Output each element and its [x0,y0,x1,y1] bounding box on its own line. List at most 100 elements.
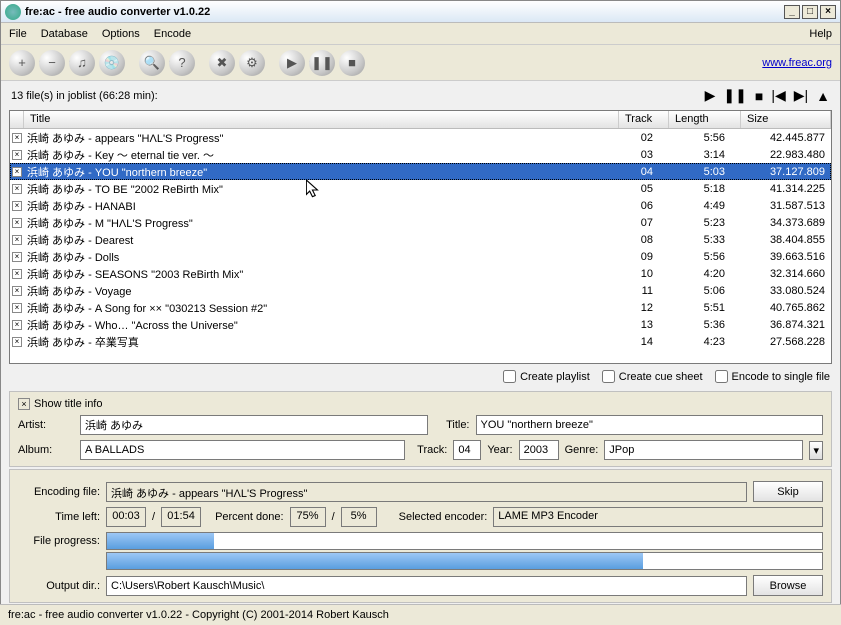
transport-play-icon[interactable]: ▶ [705,87,716,104]
row-checkbox[interactable]: × [12,133,22,143]
maximize-button[interactable]: □ [802,5,818,19]
transport-eject-icon[interactable]: ▲ [816,88,830,104]
track-list[interactable]: Title Track Length Size ×浜崎 あゆみ - appear… [9,110,832,364]
header-track[interactable]: Track [619,111,669,128]
table-row[interactable]: ×浜崎 あゆみ - Dolls095:5639.663.516 [10,248,831,265]
menu-file[interactable]: File [9,28,27,40]
add-file-button[interactable]: +▾ [9,50,35,76]
table-row[interactable]: ×浜崎 あゆみ - YOU "northern breeze"045:0337.… [10,163,831,180]
encoding-file-label: Encoding file: [18,486,100,498]
minimize-button[interactable]: _ [784,5,800,19]
table-row[interactable]: ×浜崎 あゆみ - HANABI064:4931.587.513 [10,197,831,214]
row-track: 05 [619,183,669,195]
album-field[interactable] [80,440,405,460]
row-checkbox[interactable]: × [12,201,22,211]
table-row[interactable]: ×浜崎 あゆみ - Dearest085:3338.404.855 [10,231,831,248]
row-track: 11 [619,285,669,297]
row-title: 浜崎 あゆみ - 卒業写真 [24,334,619,350]
encoding-file-display: 浜崎 あゆみ - appears "HΛL'S Progress" [106,482,747,502]
search-button[interactable]: 🔍▾ [139,50,165,76]
skip-button[interactable]: Skip [753,481,823,502]
row-track: 10 [619,268,669,280]
create-playlist-checkbox[interactable]: Create playlist [503,370,590,383]
row-checkbox[interactable]: × [12,252,22,262]
artist-field[interactable] [80,415,428,435]
track-list-header: Title Track Length Size [10,111,831,129]
total-progress-bar [106,552,823,570]
table-row[interactable]: ×浜崎 あゆみ - Key ～ eternal tie ver. ～033:14… [10,146,831,163]
row-checkbox[interactable]: × [12,303,22,313]
time-total: 01:54 [161,507,201,527]
create-cuesheet-checkbox[interactable]: Create cue sheet [602,370,703,383]
menu-encode[interactable]: Encode [154,28,191,40]
row-size: 41.314.225 [741,183,831,195]
row-checkbox[interactable]: × [12,320,22,330]
row-checkbox[interactable]: × [12,150,22,160]
title-field[interactable] [476,415,824,435]
joblist-summary: 13 file(s) in joblist (66:28 min): [11,90,158,102]
transport-next-icon[interactable]: ▶| [794,87,808,104]
website-link[interactable]: www.freac.org [762,57,832,69]
genre-label: Genre: [565,444,599,456]
genre-dropdown-icon[interactable]: ▾ [809,441,823,460]
row-track: 12 [619,302,669,314]
row-length: 5:51 [669,302,741,314]
row-size: 40.765.862 [741,302,831,314]
row-checkbox[interactable]: × [12,218,22,228]
row-checkbox[interactable]: × [12,337,22,347]
row-title: 浜崎 あゆみ - Dearest [24,232,619,248]
table-row[interactable]: ×浜崎 あゆみ - Who… "Across the Universe"135:… [10,316,831,333]
pause-button[interactable]: ❚❚ [309,50,335,76]
query-button[interactable]: ? [169,50,195,76]
play-button[interactable]: ▶▾ [279,50,305,76]
encode-single-file-checkbox[interactable]: Encode to single file [715,370,830,383]
header-size[interactable]: Size [741,111,831,128]
settings-gear-button[interactable]: ⚙ [239,50,265,76]
row-track: 09 [619,251,669,263]
transport-prev-icon[interactable]: |◀ [771,87,785,104]
row-title: 浜崎 あゆみ - SEASONS "2003 ReBirth Mix" [24,266,619,282]
table-row[interactable]: ×浜崎 あゆみ - M "HΛL'S Progress"075:2334.373… [10,214,831,231]
row-checkbox[interactable]: × [12,167,22,177]
toolbar: +▾ −▾ ♫ 💿 🔍▾ ? ✖ ⚙ ▶▾ ❚❚ ■ www.freac.org [1,45,840,81]
menu-database[interactable]: Database [41,28,88,40]
table-row[interactable]: ×浜崎 あゆみ - appears "HΛL'S Progress"025:56… [10,129,831,146]
genre-field[interactable] [604,440,803,460]
cddb-button[interactable]: ♫ [69,50,95,76]
table-row[interactable]: ×浜崎 あゆみ - SEASONS "2003 ReBirth Mix"104:… [10,265,831,282]
row-checkbox[interactable]: × [12,184,22,194]
header-check[interactable] [10,111,24,128]
year-field[interactable] [519,440,559,460]
table-row[interactable]: ×浜崎 あゆみ - Voyage115:0633.080.524 [10,282,831,299]
row-checkbox[interactable]: × [12,235,22,245]
selected-encoder-label: Selected encoder: [399,511,488,523]
transport-pause-icon[interactable]: ❚❚ [723,87,746,104]
track-field[interactable] [453,440,481,460]
row-track: 14 [619,336,669,348]
row-checkbox[interactable]: × [12,269,22,279]
header-length[interactable]: Length [669,111,741,128]
title-info-close[interactable]: × [18,398,30,410]
menu-options[interactable]: Options [102,28,140,40]
row-track: 02 [619,132,669,144]
window-title: fre:ac - free audio converter v1.0.22 [25,6,782,18]
browse-button[interactable]: Browse [753,575,823,596]
row-title: 浜崎 あゆみ - M "HΛL'S Progress" [24,215,619,231]
header-title[interactable]: Title [24,111,619,128]
menu-help[interactable]: Help [809,28,832,40]
table-row[interactable]: ×浜崎 あゆみ - TO BE "2002 ReBirth Mix"055:18… [10,180,831,197]
close-button[interactable]: × [820,5,836,19]
transport-controls: ▶ ❚❚ ■ |◀ ▶| ▲ [705,87,830,104]
row-title: 浜崎 あゆみ - Key ～ eternal tie ver. ～ [24,147,619,163]
artist-label: Artist: [18,419,74,431]
stop-button[interactable]: ■ [339,50,365,76]
output-dir-field[interactable] [106,576,747,596]
settings-x-button[interactable]: ✖ [209,50,235,76]
table-row[interactable]: ×浜崎 あゆみ - 卒業写真144:2327.568.228 [10,333,831,350]
menu-bar: File Database Options Encode Help [1,23,840,45]
row-checkbox[interactable]: × [12,286,22,296]
remove-file-button[interactable]: −▾ [39,50,65,76]
cd-button[interactable]: 💿 [99,50,125,76]
transport-stop-icon[interactable]: ■ [755,88,763,104]
table-row[interactable]: ×浜崎 あゆみ - A Song for ×× "030213 Session … [10,299,831,316]
